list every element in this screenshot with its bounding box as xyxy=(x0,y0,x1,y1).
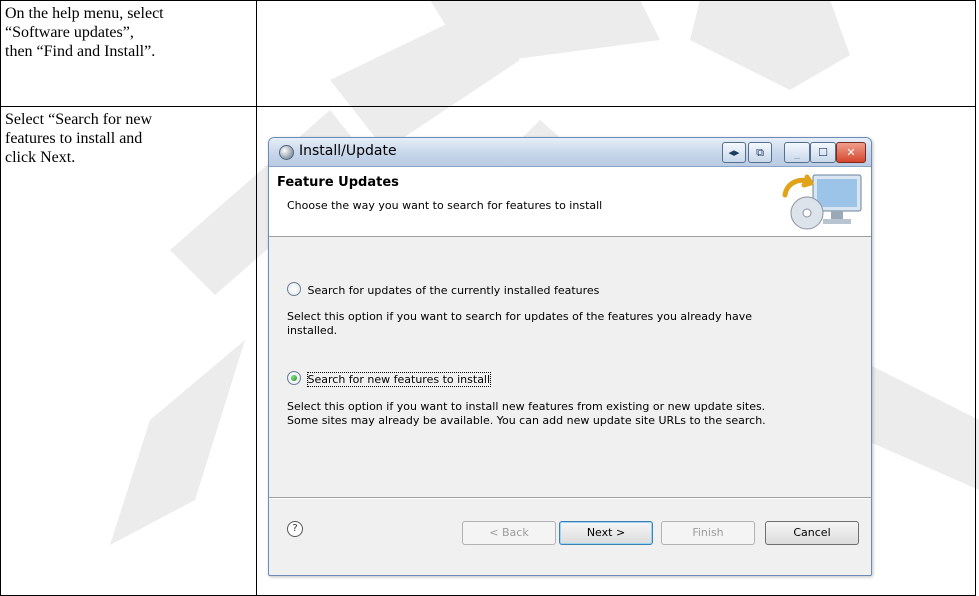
step-1-text: On the help menu, select “Software updat… xyxy=(5,5,164,60)
back-button[interactable]: < Back xyxy=(462,521,556,545)
option-new-features[interactable]: Search for new features to install xyxy=(287,371,492,387)
screenshot-cell xyxy=(256,0,976,107)
dialog-titlebar[interactable]: Install/Update ◂▸ ⧉ _ ☐ ✕ xyxy=(269,138,871,167)
maximize-button[interactable]: ☐ xyxy=(810,142,836,163)
eclipse-app-icon xyxy=(279,145,294,160)
dialog-title: Install/Update xyxy=(299,143,397,159)
cd-monitor-icon xyxy=(782,174,862,230)
wizard-footer: ? < Back Next > Finish Cancel xyxy=(269,499,871,573)
option-description: Select this option if you want to search… xyxy=(287,310,752,337)
option-label[interactable]: Search for updates of the currently inst… xyxy=(308,284,600,297)
help-icon[interactable]: ? xyxy=(287,521,303,537)
option-update-installed[interactable]: Search for updates of the currently inst… xyxy=(287,282,599,297)
instruction-cell: Select “Search for new features to insta… xyxy=(0,106,257,596)
instruction-cell: On the help menu, select “Software updat… xyxy=(0,0,257,107)
option-label[interactable]: Search for new features to install xyxy=(306,372,492,387)
radio-update-installed[interactable] xyxy=(287,282,301,296)
finish-button[interactable]: Finish xyxy=(661,521,755,545)
install-update-dialog: Install/Update ◂▸ ⧉ _ ☐ ✕ Feature Update… xyxy=(268,137,872,576)
restore-view-icon[interactable]: ◂▸ xyxy=(722,142,746,163)
radio-new-features[interactable] xyxy=(287,371,301,385)
step-2-text: Select “Search for new features to insta… xyxy=(5,111,153,166)
minimize-button[interactable]: _ xyxy=(784,142,810,163)
table-row: On the help menu, select “Software updat… xyxy=(0,0,976,107)
maximize-view-icon[interactable]: ⧉ xyxy=(748,142,772,163)
close-button[interactable]: ✕ xyxy=(836,142,866,163)
wizard-body: Search for updates of the currently inst… xyxy=(269,237,871,499)
wizard-banner: Feature Updates Choose the way you want … xyxy=(269,167,871,237)
cancel-button[interactable]: Cancel xyxy=(765,521,859,545)
banner-subtitle: Choose the way you want to search for fe… xyxy=(287,199,603,212)
next-button[interactable]: Next > xyxy=(559,521,653,545)
banner-title: Feature Updates xyxy=(277,175,399,190)
option-description: Select this option if you want to instal… xyxy=(287,400,766,427)
